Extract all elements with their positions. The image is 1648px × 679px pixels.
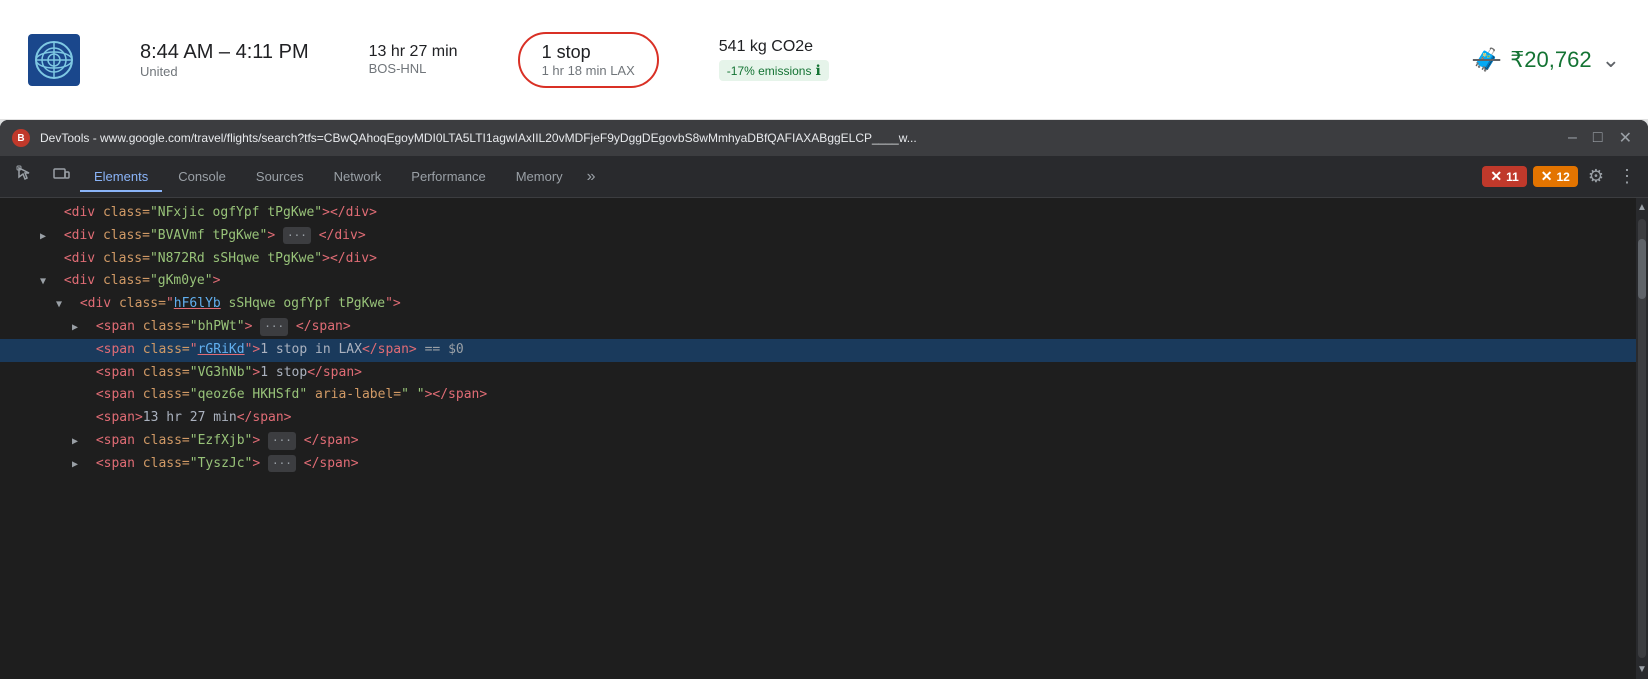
tab-network[interactable]: Network xyxy=(320,161,396,192)
no-baggage-icon: 🧳 xyxy=(1473,47,1500,73)
close-button[interactable]: ✕ xyxy=(1615,128,1636,148)
html-line: <div class="NFxjic ogfYpf tPgKwe"></div> xyxy=(0,202,1636,225)
tab-memory[interactable]: Memory xyxy=(502,161,577,192)
select-element-icon[interactable] xyxy=(8,159,42,194)
expand-chevron-icon[interactable]: ⌄ xyxy=(1602,47,1620,73)
html-line-selected[interactable]: <span class="rGRiKd">1 stop in LAX</span… xyxy=(0,339,1636,362)
warning-count: 12 xyxy=(1557,170,1570,184)
tab-sources[interactable]: Sources xyxy=(242,161,318,192)
error-count: 11 xyxy=(1506,170,1519,184)
flight-card: 8:44 AM – 4:11 PM United 13 hr 27 min BO… xyxy=(0,0,1648,120)
devtools-window: B DevTools - www.google.com/travel/fligh… xyxy=(0,120,1648,679)
stops-detail: 1 hr 18 min LAX xyxy=(542,63,635,78)
ellipsis-toggle[interactable]: ··· xyxy=(283,227,311,245)
warning-x-icon: ✕ xyxy=(1541,168,1553,185)
elements-scrollbar: ▲ ▼ xyxy=(1636,198,1648,679)
scroll-up-arrow[interactable]: ▲ xyxy=(1635,200,1648,215)
scrollbar-track[interactable] xyxy=(1638,219,1646,658)
emissions-badge-text: -17% emissions xyxy=(727,64,812,78)
price-area: 🧳 ₹20,762 ⌄ xyxy=(1473,47,1620,73)
tab-elements[interactable]: Elements xyxy=(80,161,162,192)
devtools-content: <div class="NFxjic ogfYpf tPgKwe"></div>… xyxy=(0,198,1648,679)
collapse-arrow[interactable]: ▶ xyxy=(40,229,52,245)
tab-console[interactable]: Console xyxy=(164,161,240,192)
device-toggle-icon[interactable] xyxy=(44,159,78,194)
elements-panel: <div class="NFxjic ogfYpf tPgKwe"></div>… xyxy=(0,198,1636,679)
error-x-icon: ✕ xyxy=(1490,168,1502,185)
more-tabs-icon[interactable]: » xyxy=(579,162,604,192)
settings-gear-icon[interactable]: ⚙ xyxy=(1580,160,1612,193)
error-badge[interactable]: ✕ 11 xyxy=(1482,166,1526,187)
minimize-button[interactable]: – xyxy=(1564,129,1581,147)
warning-badge[interactable]: ✕ 12 xyxy=(1533,166,1578,187)
devtools-url: DevTools - www.google.com/travel/flights… xyxy=(40,131,1554,145)
airline-logo xyxy=(28,34,80,86)
flight-duration-value: 13 hr 27 min xyxy=(369,43,458,61)
html-line: ▶ <span class="bhPWt"> ··· </span> xyxy=(0,316,1636,339)
collapse-arrow[interactable]: ▶ xyxy=(72,320,84,336)
restore-button[interactable]: □ xyxy=(1589,129,1607,147)
info-icon[interactable]: ℹ xyxy=(815,62,820,79)
ellipsis-toggle[interactable]: ··· xyxy=(268,455,296,473)
collapse-arrow[interactable]: ▶ xyxy=(72,457,84,473)
more-options-icon[interactable]: ⋮ xyxy=(1614,160,1640,193)
html-line: <div class="N872Rd sSHqwe tPgKwe"></div> xyxy=(0,248,1636,271)
flight-stops-area: 1 stop 1 hr 18 min LAX xyxy=(518,32,659,88)
devtools-titlebar: B DevTools - www.google.com/travel/fligh… xyxy=(0,120,1648,156)
stops-main: 1 stop xyxy=(542,42,635,63)
flight-airline: United xyxy=(140,64,309,79)
html-line: ▶ <div class="BVAVmf tPgKwe"> ··· </div> xyxy=(0,225,1636,248)
collapse-arrow[interactable]: ▼ xyxy=(56,297,68,313)
emissions-badge: -17% emissions ℹ xyxy=(719,60,829,81)
html-line: ▶ <span class="EzfXjb"> ··· </span> xyxy=(0,430,1636,453)
browser-favicon: B xyxy=(12,129,30,147)
html-line: ▼ <div class="hF6lYb sSHqwe ogfYpf tPgKw… xyxy=(0,293,1636,316)
collapse-arrow[interactable]: ▶ xyxy=(72,434,84,450)
devtools-tabs-bar: Elements Console Sources Network Perform… xyxy=(0,156,1648,198)
tab-performance[interactable]: Performance xyxy=(397,161,499,192)
scrollbar-thumb[interactable] xyxy=(1638,239,1646,299)
flight-price: ₹20,762 xyxy=(1510,47,1591,73)
html-line: ▼ <div class="gKm0ye"> xyxy=(0,270,1636,293)
html-line: <span class="VG3hNb">1 stop</span> xyxy=(0,362,1636,385)
co2-value: 541 kg CO2e xyxy=(719,38,829,56)
flight-route: BOS-HNL xyxy=(369,61,458,76)
emissions-info: 541 kg CO2e -17% emissions ℹ xyxy=(719,38,829,81)
stops-circle: 1 stop 1 hr 18 min LAX xyxy=(518,32,659,88)
flight-time-range: 8:44 AM – 4:11 PM xyxy=(140,41,309,64)
titlebar-controls: – □ ✕ xyxy=(1564,128,1636,148)
html-line: <span>13 hr 27 min</span> xyxy=(0,407,1636,430)
html-line: <span class="qeoz6e HKHSfd" aria-label="… xyxy=(0,384,1636,407)
ellipsis-toggle[interactable]: ··· xyxy=(268,432,296,450)
html-line: ▶ <span class="TyszJc"> ··· </span> xyxy=(0,453,1636,476)
ellipsis-toggle[interactable]: ··· xyxy=(260,318,288,336)
scroll-down-arrow[interactable]: ▼ xyxy=(1635,662,1648,677)
flight-times: 8:44 AM – 4:11 PM United xyxy=(140,41,309,79)
collapse-arrow[interactable]: ▼ xyxy=(40,274,52,290)
flight-duration: 13 hr 27 min BOS-HNL xyxy=(369,43,458,76)
